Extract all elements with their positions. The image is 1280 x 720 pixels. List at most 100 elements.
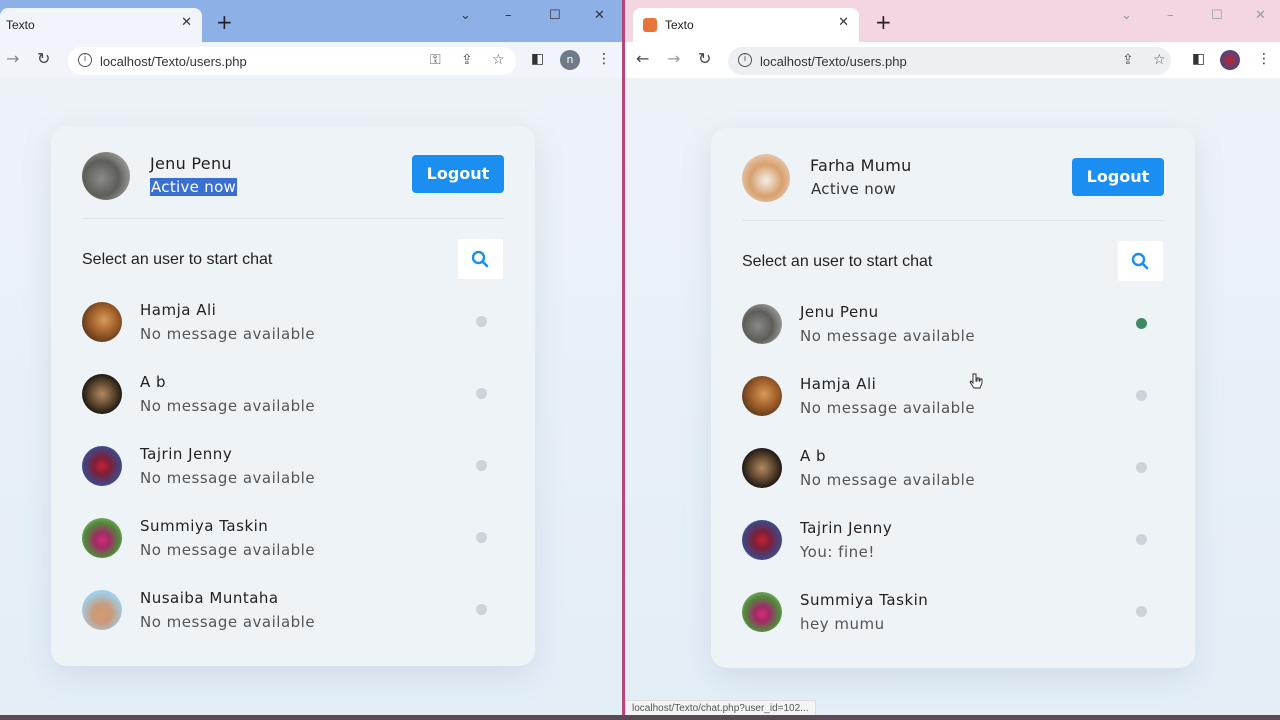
share-icon[interactable]: ⇪ [1122,52,1134,68]
address-bar[interactable]: i localhost/Texto/users.php ⚿ ⇪ ☆ [68,47,516,75]
status-dot [476,388,487,399]
search-icon [471,250,489,268]
address-bar[interactable]: i localhost/Texto/users.php ⇪ ☆ [728,47,1171,75]
user-list: Hamja Ali No message available A b No me… [82,294,502,654]
new-tab-icon[interactable]: + [875,12,892,32]
minimize-icon[interactable]: – [505,8,512,23]
current-user-name: Farha Mumu [810,156,912,175]
user-name: Nusaiba Muntaha [140,589,279,607]
site-info-icon[interactable]: i [78,53,92,67]
right-browser-window: Texto ✕ + ⌄ – ☐ ✕ ← → ↻ i localhost/Text… [625,0,1280,720]
user-name: Jenu Penu [800,303,879,321]
share-icon[interactable]: ⇪ [461,52,473,68]
tab-strip: Texto ✕ + ⌄ – ☐ ✕ [625,0,1280,42]
search-prompt: Select an user to start chat [742,253,933,270]
last-message: No message available [140,541,316,559]
users-card: Jenu Penu Active now Logout Select an us… [51,126,535,666]
star-icon[interactable]: ☆ [1153,52,1166,68]
tab-strip: Texto ✕ + ⌄ – ☐ ✕ [0,0,622,42]
maximize-icon[interactable]: ☐ [549,8,561,23]
last-message: You: fine! [800,543,875,561]
profile-avatar[interactable] [1220,50,1240,70]
status-dot [476,460,487,471]
back-icon[interactable]: ← [636,50,649,68]
forward-icon[interactable]: → [667,50,680,68]
search-button[interactable] [1118,241,1163,281]
list-item[interactable]: Hamja Ali No message available [82,294,502,366]
last-message: No message available [140,469,316,487]
list-item[interactable]: Jenu Penu No message available [742,296,1162,368]
last-message: No message available [800,471,976,489]
current-user-avatar [82,152,130,200]
list-item[interactable]: A b No message available [742,440,1162,512]
sidebar-icon[interactable]: ◧ [1192,51,1205,67]
avatar [82,518,122,558]
profile-avatar[interactable]: n [560,50,580,70]
star-icon[interactable]: ☆ [492,52,505,68]
maximize-icon[interactable]: ☐ [1211,8,1223,23]
list-item[interactable]: Nusaiba Muntaha No message available [82,582,502,654]
new-tab-icon[interactable]: + [216,12,233,32]
minimize-icon[interactable]: – [1167,8,1174,23]
status-dot [1136,462,1147,473]
current-user-name: Jenu Penu [150,154,232,173]
menu-icon[interactable]: ⋮ [597,51,611,67]
user-name: Tajrin Jenny [800,519,893,537]
tab-search-icon[interactable]: ⌄ [1121,8,1132,23]
status-dot [1136,534,1147,545]
list-item[interactable]: Tajrin Jenny You: fine! [742,512,1162,584]
tab-search-icon[interactable]: ⌄ [460,8,471,23]
status-dot [476,532,487,543]
page-content: Jenu Penu Active now Logout Select an us… [0,78,622,720]
avatar [742,376,782,416]
user-name: Summiya Taskin [140,517,269,535]
site-info-icon[interactable]: i [738,53,752,67]
user-name: Summiya Taskin [800,591,929,609]
list-item[interactable]: Summiya Taskin hey mumu [742,584,1162,656]
user-list: Jenu Penu No message available Hamja Ali… [742,296,1162,656]
key-icon[interactable]: ⚿ [430,52,441,68]
avatar [82,374,122,414]
status-dot [1136,318,1147,329]
address-url: localhost/Texto/users.php [100,54,247,69]
users-card: Farha Mumu Active now Logout Select an u… [711,128,1195,668]
reload-icon[interactable]: ↻ [37,50,50,68]
divider [742,220,1164,221]
user-name: Tajrin Jenny [140,445,233,463]
last-message: hey mumu [800,615,885,633]
logout-button[interactable]: Logout [1072,158,1164,196]
list-item[interactable]: Summiya Taskin No message available [82,510,502,582]
menu-icon[interactable]: ⋮ [1257,51,1271,67]
tab-title: Texto [6,18,35,32]
sidebar-icon[interactable]: ◧ [531,51,544,67]
left-browser-window: Texto ✕ + ⌄ – ☐ ✕ → ↻ i localhost/Texto/… [0,0,622,720]
forward-icon[interactable]: → [6,50,19,68]
close-window-icon[interactable]: ✕ [1255,8,1266,23]
divider [82,218,504,219]
browser-tab[interactable]: Texto ✕ [633,8,859,42]
status-dot [1136,390,1147,401]
hand-cursor-icon [969,373,983,389]
avatar [82,302,122,342]
last-message: No message available [800,399,976,417]
browser-tab[interactable]: Texto ✕ [0,8,202,42]
user-name: A b [800,447,827,465]
list-item[interactable]: Hamja Ali No message available [742,368,1162,440]
status-dot [476,316,487,327]
browser-toolbar: ← → ↻ i localhost/Texto/users.php ⇪ ☆ ◧ … [625,42,1280,78]
list-item[interactable]: Tajrin Jenny No message available [82,438,502,510]
browser-toolbar: → ↻ i localhost/Texto/users.php ⚿ ⇪ ☆ ◧ … [0,42,622,78]
close-tab-icon[interactable]: ✕ [838,15,849,30]
list-item[interactable]: A b No message available [82,366,502,438]
search-button[interactable] [458,239,503,279]
status-dot [476,604,487,615]
reload-icon[interactable]: ↻ [698,50,711,68]
last-message: No message available [140,325,316,343]
close-tab-icon[interactable]: ✕ [181,15,192,30]
logout-button[interactable]: Logout [412,155,504,193]
current-user-avatar [742,154,790,202]
close-window-icon[interactable]: ✕ [594,8,605,23]
tab-title: Texto [665,18,694,32]
last-message: No message available [140,613,316,631]
user-name: A b [140,373,167,391]
